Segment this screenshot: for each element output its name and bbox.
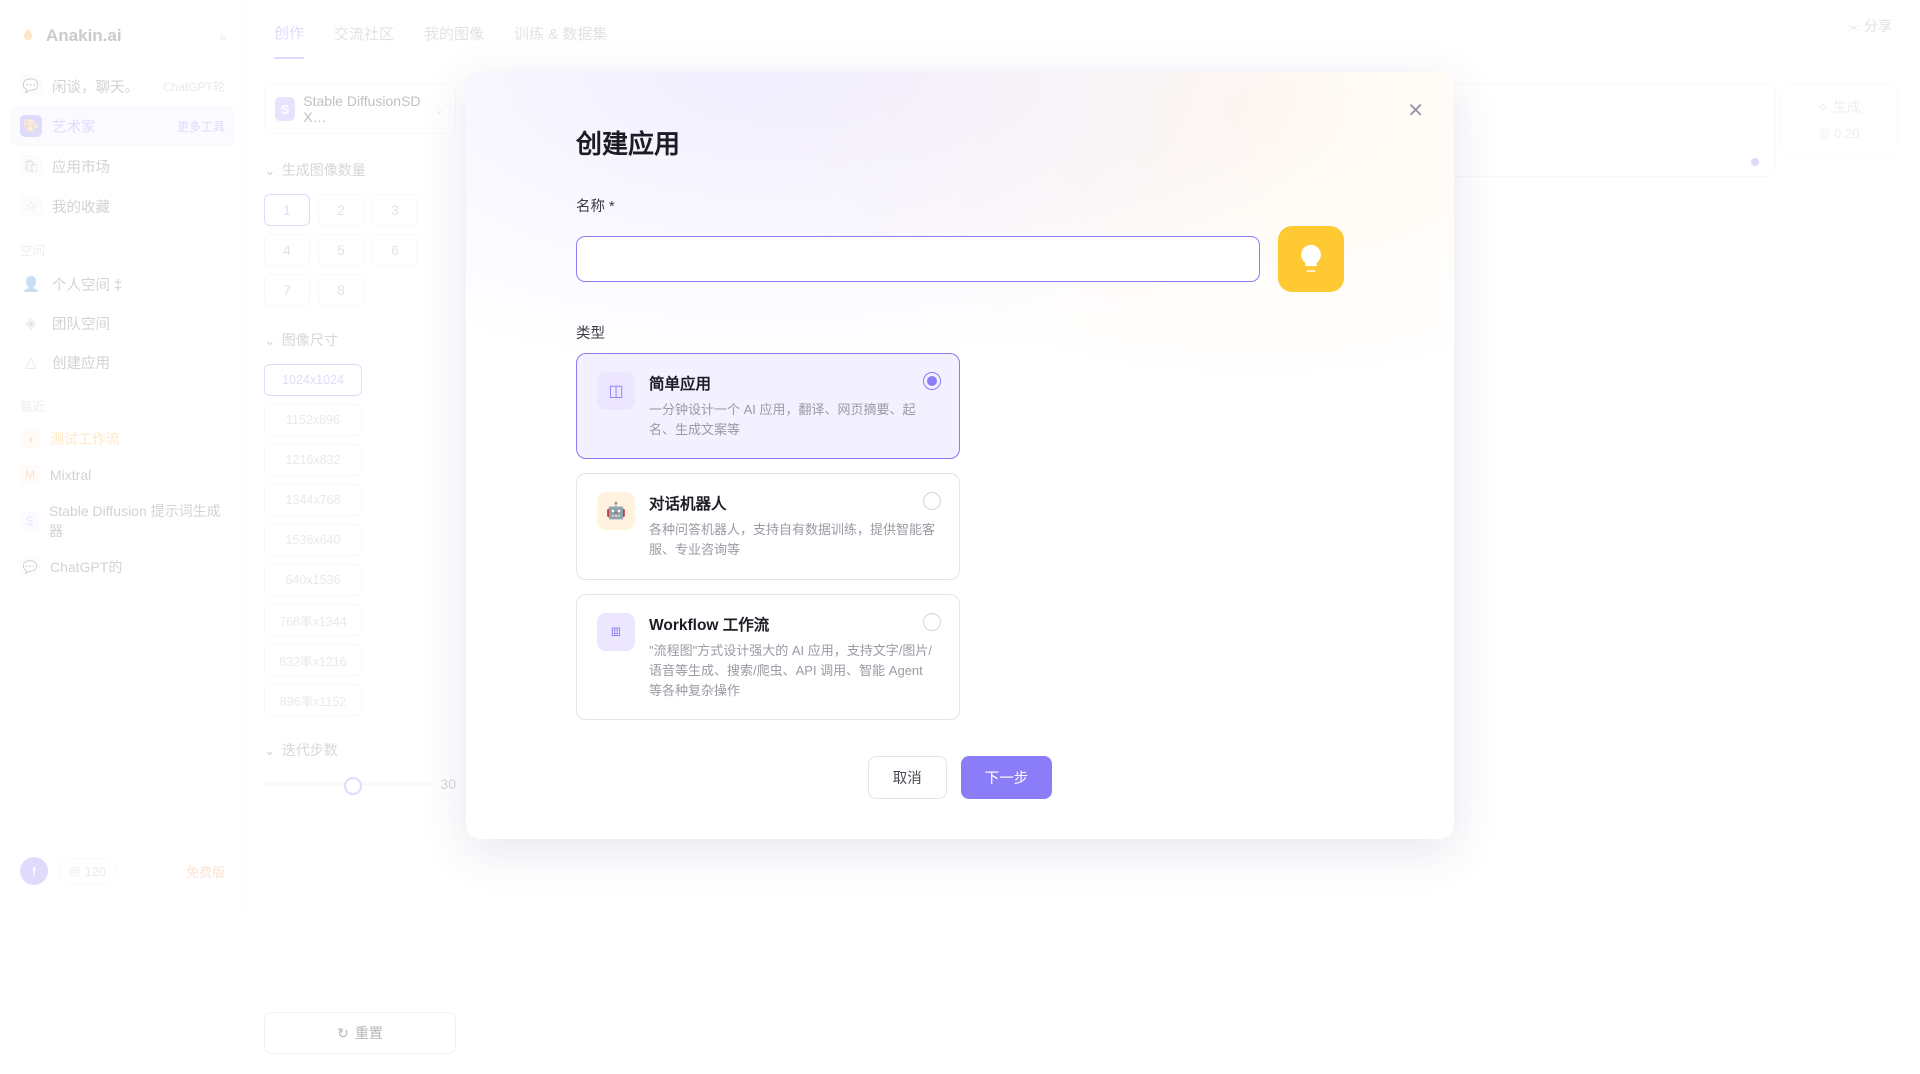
type-card-0[interactable]: ◫ 简单应用 一分钟设计一个 AI 应用，翻译、网页摘要、起名、生成文案等 (576, 353, 960, 459)
type-radio[interactable] (923, 372, 941, 390)
name-input[interactable] (576, 236, 1260, 282)
type-title: 简单应用 (649, 372, 939, 394)
type-card-2[interactable]: ⧈ Workflow 工作流 "流程图"方式设计强大的 AI 应用，支持文字/图… (576, 594, 960, 720)
type-label: 类型 (576, 322, 1344, 343)
modal-title: 创建应用 (576, 124, 1344, 161)
create-app-modal: ✕ 创建应用 名称 * 类型 ◫ 简单应用 一分钟设计一个 AI 应用，翻译、网… (466, 72, 1454, 839)
type-icon: ◫ (597, 372, 635, 410)
type-card-1[interactable]: 🤖 对话机器人 各种问答机器人，支持自有数据训练，提供智能客服、专业咨询等 (576, 473, 960, 579)
reset-button[interactable]: ↻重置 (264, 1012, 456, 1054)
type-icon: ⧈ (597, 613, 635, 651)
type-desc: 一分钟设计一个 AI 应用，翻译、网页摘要、起名、生成文案等 (649, 400, 939, 440)
cancel-button[interactable]: 取消 (868, 756, 947, 799)
type-desc: "流程图"方式设计强大的 AI 应用，支持文字/图片/语音等生成、搜索/爬虫、A… (649, 641, 939, 701)
type-icon: 🤖 (597, 492, 635, 530)
lightbulb-icon (1294, 242, 1328, 276)
app-icon-picker[interactable] (1278, 226, 1344, 292)
type-title: 对话机器人 (649, 492, 939, 514)
close-button[interactable]: ✕ (1407, 98, 1424, 123)
modal-overlay: ✕ 创建应用 名称 * 类型 ◫ 简单应用 一分钟设计一个 AI 应用，翻译、网… (0, 0, 1920, 911)
next-button[interactable]: 下一步 (961, 756, 1053, 799)
type-title: Workflow 工作流 (649, 613, 939, 635)
type-desc: 各种问答机器人，支持自有数据训练，提供智能客服、专业咨询等 (649, 520, 939, 560)
reset-icon: ↻ (337, 1025, 349, 1042)
type-radio[interactable] (923, 613, 941, 631)
name-input-row (576, 226, 1344, 292)
modal-actions: 取消 下一步 (576, 756, 1344, 799)
name-label: 名称 * (576, 195, 1344, 216)
